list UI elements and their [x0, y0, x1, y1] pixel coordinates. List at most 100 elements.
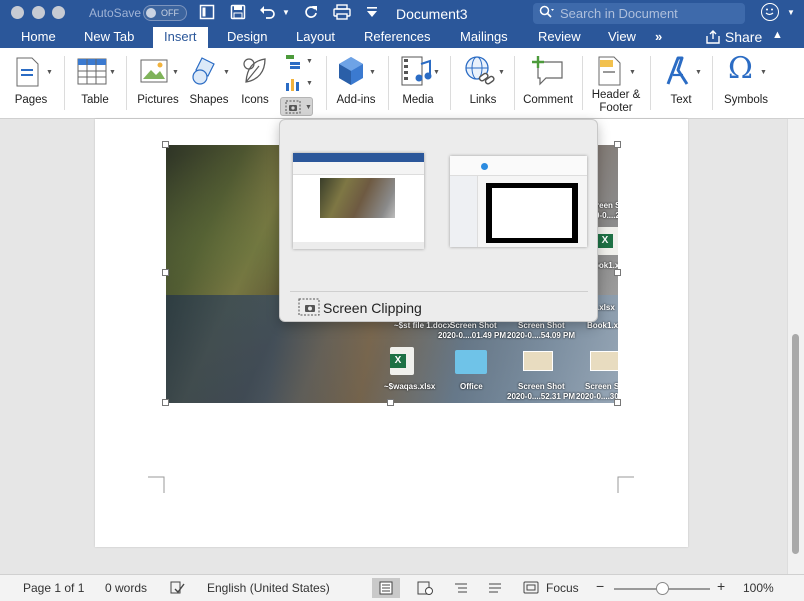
search-box[interactable]: Search in Document — [533, 3, 745, 24]
desktop-file-label: 2020-0....01.49 PM — [438, 331, 507, 340]
web-layout-view-button[interactable] — [411, 578, 439, 598]
resize-handle[interactable] — [162, 399, 169, 406]
desktop-file-label: 2020-0....54.09 PM — [507, 331, 576, 340]
zoom-out-button[interactable]: − — [596, 578, 604, 594]
proofing-icon[interactable] — [169, 581, 185, 598]
desktop-file-label: 2020-0....52.31 PM — [507, 392, 576, 401]
tab-review[interactable]: Review — [538, 29, 581, 44]
media-icon — [401, 56, 432, 86]
excel-file-icon: X — [597, 227, 618, 255]
omega-icon: Ω — [728, 51, 753, 86]
print-layout-view-button[interactable] — [372, 578, 400, 598]
tab-mailings[interactable]: Mailings — [460, 29, 508, 44]
zoom-slider-knob[interactable] — [656, 582, 669, 595]
share-button[interactable]: Share — [705, 29, 762, 45]
media-button[interactable]: ▼ Media — [396, 48, 440, 119]
comment-icon — [532, 56, 563, 86]
smartart-icon[interactable] — [284, 54, 302, 69]
tab-design[interactable]: Design — [227, 29, 267, 44]
zoom-level[interactable]: 100% — [743, 581, 774, 595]
customize-toolbar-icon[interactable] — [366, 4, 378, 22]
sidebar-toggle-icon[interactable] — [199, 4, 215, 22]
addins-button[interactable]: ▼ Add-ins — [332, 48, 380, 119]
text-a-icon — [666, 56, 689, 85]
save-icon[interactable] — [230, 4, 246, 22]
zoom-slider[interactable] — [614, 582, 710, 595]
word-count[interactable]: 0 words — [105, 581, 147, 595]
print-icon[interactable] — [333, 4, 351, 22]
chart-dropdown-icon[interactable]: ▼ — [306, 80, 313, 87]
tab-view[interactable]: View — [608, 29, 636, 44]
redo-icon[interactable] — [303, 4, 319, 22]
title-bar: AutoSave OFF ▼ Document3 Search in Docum… — [0, 0, 804, 27]
comment-button[interactable]: Comment — [520, 48, 576, 119]
pictures-button[interactable]: ▼ Pictures — [135, 48, 181, 119]
illustrations-small-buttons: ▼ ▼ ▼ — [280, 48, 318, 119]
shapes-button[interactable]: ▼ Shapes — [187, 48, 231, 119]
page-count[interactable]: Page 1 of 1 — [23, 581, 84, 595]
shapes-label: Shapes — [189, 94, 229, 106]
screen-clipping-option[interactable]: Screen Clipping — [323, 300, 422, 316]
vertical-scrollbar[interactable] — [787, 119, 804, 574]
screen-clipping-icon[interactable] — [298, 298, 322, 318]
excel-file-icon: X — [390, 347, 414, 375]
feedback-dropdown-icon[interactable]: ▼ — [787, 4, 795, 22]
available-window-thumbnail-other[interactable] — [450, 156, 587, 247]
resize-handle[interactable] — [614, 399, 621, 406]
outline-view-button[interactable] — [447, 578, 475, 598]
document-title: Document3 — [396, 6, 468, 22]
focus-mode-label[interactable]: Focus — [546, 581, 579, 595]
desktop-file-label: 2020-0....30 — [576, 392, 618, 401]
screenshot-button[interactable]: ▼ — [280, 97, 313, 116]
draft-view-button[interactable] — [481, 578, 509, 598]
ribbon-tabs: Home New Tab Insert Design Layout Refere… — [0, 27, 804, 48]
pages-button[interactable]: ▼ Pages — [10, 48, 53, 119]
undo-dropdown-icon[interactable]: ▼ — [282, 4, 290, 22]
autosave-state: OFF — [161, 8, 179, 18]
icons-button[interactable]: Icons — [238, 48, 272, 119]
desktop-file-label: ~$waqas.xlsx — [384, 382, 436, 391]
tab-references[interactable]: References — [364, 29, 430, 44]
resize-handle[interactable] — [614, 269, 621, 276]
tab-insert[interactable]: Insert — [153, 27, 208, 48]
header-footer-button[interactable]: ▼ Header & Footer — [588, 48, 644, 119]
media-label: Media — [402, 94, 434, 106]
collapse-ribbon-icon[interactable]: ▲ — [772, 29, 783, 41]
tab-home[interactable]: Home — [21, 29, 56, 44]
zoom-window-button[interactable] — [52, 6, 65, 19]
autosave-toggle[interactable]: OFF — [143, 5, 187, 21]
shapes-dropdown-icon: ▼ — [223, 69, 230, 76]
screenshot-file-thumbnail — [523, 351, 553, 371]
symbols-dropdown-icon: ▼ — [760, 69, 767, 76]
thumb-sidebar — [450, 176, 478, 247]
pictures-dropdown-icon: ▼ — [172, 69, 179, 76]
language[interactable]: English (United States) — [207, 581, 330, 595]
pages-icon — [16, 57, 39, 87]
undo-icon[interactable] — [259, 4, 277, 22]
symbols-button[interactable]: Ω ▼ Symbols — [720, 48, 772, 119]
resize-handle[interactable] — [387, 399, 394, 406]
smartart-dropdown-icon[interactable]: ▼ — [306, 58, 313, 65]
text-button[interactable]: ▼ Text — [660, 48, 702, 119]
scrollbar-thumb[interactable] — [792, 334, 799, 554]
resize-handle[interactable] — [162, 269, 169, 276]
chart-icon[interactable] — [284, 76, 302, 91]
feedback-smiley-icon[interactable] — [761, 3, 779, 21]
tab-new-tab[interactable]: New Tab — [84, 29, 134, 44]
table-button[interactable]: ▼ Table — [74, 48, 116, 119]
tab-layout[interactable]: Layout — [296, 29, 335, 44]
links-dropdown-icon: ▼ — [498, 69, 505, 76]
ribbon-divider — [582, 56, 583, 110]
addins-dropdown-icon: ▼ — [369, 69, 376, 76]
resize-handle[interactable] — [162, 141, 169, 148]
pictures-label: Pictures — [137, 94, 179, 106]
minimize-window-button[interactable] — [32, 6, 45, 19]
close-window-button[interactable] — [11, 6, 24, 19]
ribbon-divider — [450, 56, 451, 110]
links-button[interactable]: ▼ Links — [460, 48, 506, 119]
available-window-thumbnail-word[interactable] — [293, 153, 424, 249]
zoom-in-button[interactable]: + — [717, 578, 725, 594]
focus-mode-icon[interactable] — [523, 581, 539, 597]
tabs-overflow-icon[interactable]: » — [655, 29, 662, 44]
resize-handle[interactable] — [614, 141, 621, 148]
